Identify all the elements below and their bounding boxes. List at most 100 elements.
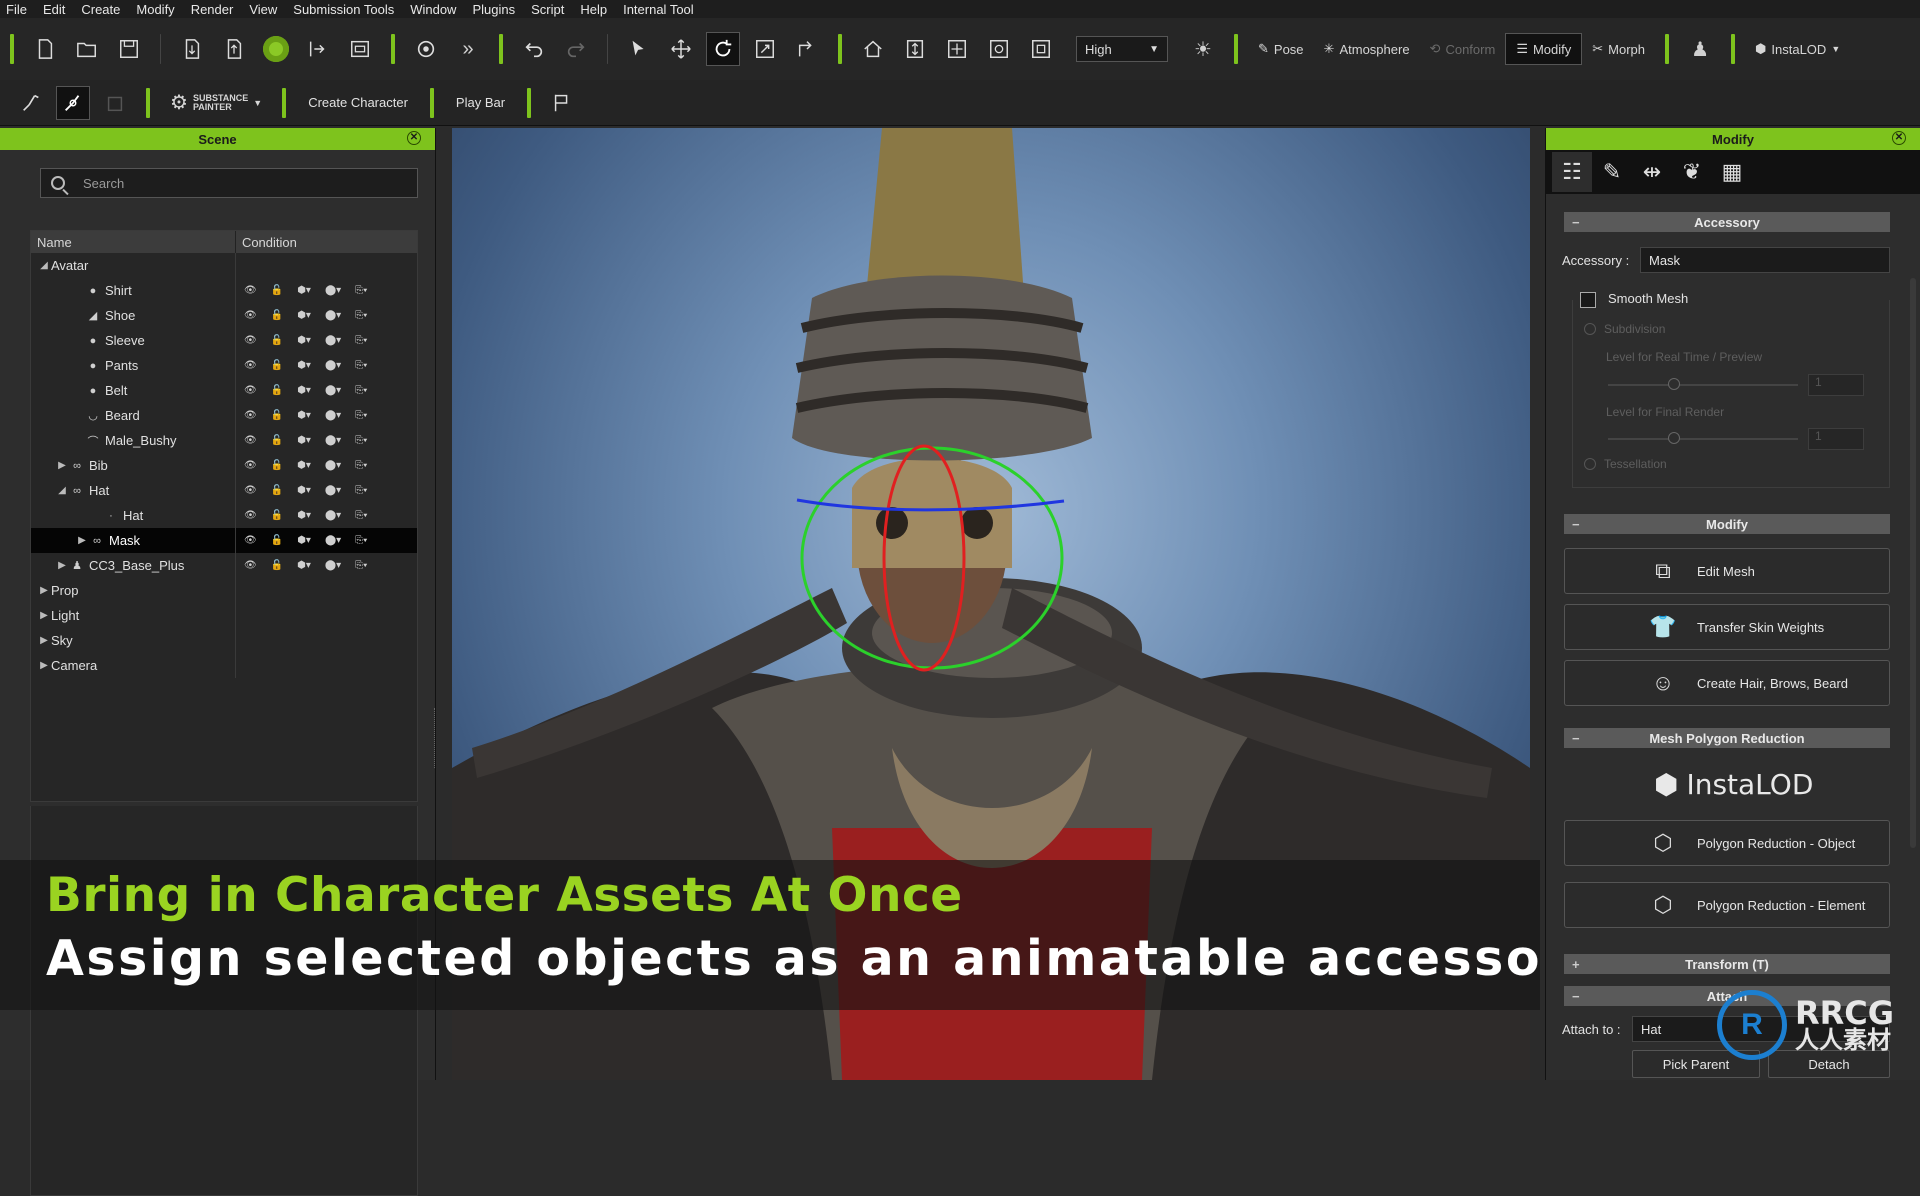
scene-tree-row[interactable]: ● Shirt 👁 🔓 ⬢▾ ⬤▾ ⎘▾	[31, 278, 417, 303]
menu-render[interactable]: Render	[185, 2, 244, 17]
tessellation-radio[interactable]	[1584, 458, 1596, 470]
menu-create[interactable]: Create	[75, 2, 130, 17]
instalod-button[interactable]: ⬢ InstaLOD ▼	[1745, 33, 1850, 65]
menu-window[interactable]: Window	[404, 2, 466, 17]
tab-motion-icon[interactable]: ✎	[1592, 152, 1632, 192]
modify-panel-scrollbar[interactable]	[1910, 278, 1916, 848]
lock-icon[interactable]: 🔓	[271, 435, 283, 446]
tab-attributes-sliders-icon[interactable]: ☷	[1552, 152, 1592, 192]
box-icon[interactable]: ⬢▾	[297, 335, 311, 346]
eye-icon[interactable]: 👁	[244, 485, 257, 496]
bone-icon[interactable]: ⬤▾	[325, 560, 341, 571]
level-realtime-slider[interactable]	[1608, 384, 1798, 386]
fit-height-icon[interactable]	[898, 32, 932, 66]
expand-toggle-icon[interactable]: ▶	[37, 635, 51, 646]
mesh-polygon-reduction-header[interactable]: − Mesh Polygon Reduction	[1564, 728, 1890, 748]
lock-icon[interactable]: 🔓	[271, 310, 283, 321]
column-condition-header[interactable]: Condition	[236, 231, 417, 253]
tab-appearance-icon[interactable]: ❦	[1672, 152, 1712, 192]
tab-texture-checker-icon[interactable]: ▦	[1712, 152, 1752, 192]
undo-icon[interactable]	[517, 32, 551, 66]
export-icon[interactable]: ⎘▾	[355, 435, 367, 446]
box-icon[interactable]: ⬢▾	[297, 435, 311, 446]
export-icon[interactable]: ⎘▾	[355, 360, 367, 371]
export-icon[interactable]: ⎘▾	[355, 510, 367, 521]
export-icon[interactable]: ⎘▾	[355, 410, 367, 421]
lock-icon[interactable]: 🔓	[271, 360, 283, 371]
level-realtime-slider-knob[interactable]	[1668, 378, 1680, 390]
scene-tree-row[interactable]: ▶ Camera	[31, 653, 417, 678]
export-icon[interactable]: ⎘▾	[355, 285, 367, 296]
create-character-button[interactable]: Create Character	[296, 95, 420, 110]
eye-icon[interactable]: 👁	[244, 410, 257, 421]
export-icon[interactable]: ⎘▾	[355, 385, 367, 396]
export-icon[interactable]: ⎘▾	[355, 485, 367, 496]
edit-pose-icon[interactable]	[56, 85, 90, 120]
bone-icon[interactable]: ⬤▾	[325, 310, 341, 321]
export-icon[interactable]	[217, 32, 251, 66]
modify-section-header[interactable]: − Modify	[1564, 514, 1890, 534]
scene-tree-row[interactable]: · Hat 👁 🔓 ⬢▾ ⬤▾ ⎘▾	[31, 503, 417, 528]
scene-tree-row[interactable]: ◢ ∞ Hat 👁 🔓 ⬢▾ ⬤▾ ⎘▾	[31, 478, 417, 503]
scene-tree-row[interactable]: ◢ Avatar	[31, 253, 417, 278]
export-icon[interactable]: ⎘▾	[355, 335, 367, 346]
level-final-slider[interactable]	[1608, 438, 1798, 440]
export-icon[interactable]: ⎘▾	[355, 535, 367, 546]
save-icon[interactable]	[112, 32, 146, 66]
eye-icon[interactable]: 👁	[244, 535, 257, 546]
box-icon[interactable]: ⬢▾	[297, 460, 311, 471]
scale-icon[interactable]	[748, 32, 782, 66]
menu-edit[interactable]: Edit	[37, 2, 75, 17]
scene-tree-row[interactable]: ▶ ∞ Bib 👁 🔓 ⬢▾ ⬤▾ ⎘▾	[31, 453, 417, 478]
expand-toggle-icon[interactable]: ▶	[55, 460, 69, 471]
menu-file[interactable]: File	[0, 2, 37, 17]
scene-tree-row[interactable]: ⌒ Male_Bushy 👁 🔓 ⬢▾ ⬤▾ ⎘▾	[31, 428, 417, 453]
accessory-name-field[interactable]: Mask	[1640, 247, 1890, 273]
play-bar-button[interactable]: Play Bar	[444, 95, 517, 110]
box-icon[interactable]: ⬢▾	[297, 485, 311, 496]
more-tools-icon[interactable]: »	[451, 32, 485, 66]
box-icon[interactable]: ⬢▾	[297, 510, 311, 521]
expand-toggle-icon[interactable]: ◢	[55, 485, 69, 496]
menu-modify[interactable]: Modify	[130, 2, 184, 17]
move-icon[interactable]	[664, 32, 698, 66]
render-quality-dropdown[interactable]: High ▼	[1076, 36, 1168, 62]
eye-icon[interactable]: 👁	[244, 335, 257, 346]
scene-tree-row[interactable]: ● Pants 👁 🔓 ⬢▾ ⬤▾ ⎘▾	[31, 353, 417, 378]
export-icon[interactable]: ⎘▾	[355, 310, 367, 321]
fit-all-icon[interactable]	[940, 32, 974, 66]
modify-button[interactable]: ☰ Modify	[1505, 33, 1583, 65]
eye-icon[interactable]: 👁	[244, 510, 257, 521]
expand-toggle-icon[interactable]: ◢	[37, 260, 51, 271]
conform-button[interactable]: ⟲ Conform	[1420, 33, 1506, 65]
pose-tool-icon[interactable]	[14, 86, 48, 120]
eye-icon[interactable]: 👁	[244, 285, 257, 296]
subdivision-radio[interactable]	[1584, 323, 1596, 335]
polygon-reduction-object-button[interactable]: ⬡ Polygon Reduction - Object	[1564, 820, 1890, 866]
export-icon[interactable]: ⎘▾	[355, 460, 367, 471]
render-status-icon[interactable]	[259, 32, 293, 66]
lock-icon[interactable]: 🔓	[271, 535, 283, 546]
menu-help[interactable]: Help	[574, 2, 617, 17]
bone-icon[interactable]: ⬤▾	[325, 360, 341, 371]
gear-icon[interactable]	[409, 32, 443, 66]
scene-tree-row[interactable]: ● Belt 👁 🔓 ⬢▾ ⬤▾ ⎘▾	[31, 378, 417, 403]
lock-icon[interactable]: 🔓	[271, 285, 283, 296]
scene-tree-row[interactable]: ▶ ∞ Mask 👁 🔓 ⬢▾ ⬤▾ ⎘▾	[31, 528, 417, 553]
bone-icon[interactable]: ⬤▾	[325, 485, 341, 496]
accessory-section-header[interactable]: − Accessory	[1564, 212, 1890, 232]
lock-icon[interactable]: 🔓	[271, 560, 283, 571]
scene-tree-row[interactable]: ▶ Prop	[31, 578, 417, 603]
lock-icon[interactable]: 🔓	[271, 485, 283, 496]
character-figure-icon[interactable]: ♟	[1683, 32, 1717, 66]
expand-toggle-icon[interactable]: ▶	[55, 560, 69, 571]
create-hair-button[interactable]: ☺ Create Hair, Brows, Beard	[1564, 660, 1890, 706]
transfer-skin-weights-button[interactable]: 👕 Transfer Skin Weights	[1564, 604, 1890, 650]
edit-mesh-button[interactable]: ⧉ Edit Mesh	[1564, 548, 1890, 594]
close-icon[interactable]: ✕	[407, 131, 421, 145]
polygon-reduction-element-button[interactable]: ⬡ Polygon Reduction - Element	[1564, 882, 1890, 928]
eye-icon[interactable]: 👁	[244, 435, 257, 446]
eye-icon[interactable]: 👁	[244, 310, 257, 321]
lighting-sun-icon[interactable]: ☀	[1186, 32, 1220, 66]
pivot-icon[interactable]	[790, 32, 824, 66]
